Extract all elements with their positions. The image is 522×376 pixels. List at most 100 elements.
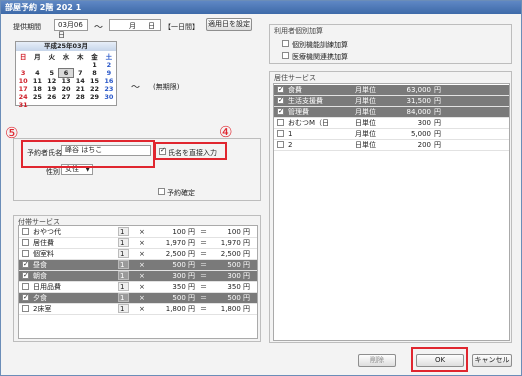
living-row[interactable]: 食費 月単位 63,000円 <box>274 84 509 96</box>
calendar-day[interactable]: 13 <box>59 77 73 85</box>
calendar-day[interactable]: 30 <box>102 93 116 101</box>
calendar-day[interactable]: 4 <box>30 69 44 77</box>
addon-multiply: × <box>139 294 145 302</box>
addon-qty[interactable]: 1 <box>118 238 129 247</box>
calendar: 平成25年03月 日月火水木金土 1 2 3 4 5 6 7 8 9 10 11 12 13 14 15 16 1… <box>15 41 117 109</box>
addon-row[interactable]: 日用品費 1 × 350 円 ＝ 350 円 <box>19 282 257 293</box>
addon-row[interactable]: 夕食 1 × 500 円 ＝ 500 円 <box>19 292 257 304</box>
start-date-field[interactable]: 03月06日 <box>54 19 88 39</box>
calendar-day[interactable]: 11 <box>30 77 44 85</box>
addon-qty[interactable]: 1 <box>118 271 129 280</box>
addon-price: 100 円 <box>172 228 195 236</box>
delete-button[interactable]: 削除 <box>358 354 396 367</box>
addon-row[interactable]: おやつ代 1 × 100 円 ＝ 100 円 <box>19 227 257 238</box>
calendar-day[interactable]: 17 <box>16 85 30 93</box>
weekday-header: 金 <box>91 53 98 61</box>
confirm-checkbox[interactable] <box>158 188 165 195</box>
addon-checkbox[interactable] <box>22 228 29 235</box>
living-name: 管理費 <box>288 108 309 116</box>
calendar-day[interactable]: 23 <box>102 85 116 93</box>
addon-equals: ＝ <box>200 305 207 313</box>
living-row[interactable]: おむつM（日 日単位 300 円 <box>274 118 509 129</box>
calendar-day[interactable]: 20 <box>59 85 73 93</box>
calendar-day[interactable]: 29 <box>87 93 101 101</box>
calendar-day[interactable]: 8 <box>87 69 101 77</box>
calendar-day[interactable]: 27 <box>59 93 73 101</box>
calendar-tilde: ～ <box>131 83 141 93</box>
addon-price: 500 円 <box>172 261 195 269</box>
calendar-day[interactable]: 31 <box>16 101 30 109</box>
living-checkbox[interactable] <box>277 84 284 94</box>
calendar-day <box>30 101 44 109</box>
calendar-day[interactable]: 12 <box>45 77 59 85</box>
addon-qty[interactable]: 1 <box>118 293 129 302</box>
calendar-day[interactable]: 26 <box>45 93 59 101</box>
calendar-day[interactable]: 2 <box>102 61 116 69</box>
calendar-day[interactable]: 21 <box>73 85 87 93</box>
annotation-box-4 <box>154 142 227 160</box>
addon-row[interactable]: 2床室 1 × 1,800 円 ＝ 1,800 円 <box>19 304 257 315</box>
addon-qty[interactable]: 1 <box>118 260 129 269</box>
calendar-day[interactable]: 3 <box>16 69 30 77</box>
addon-equals: ＝ <box>200 239 207 247</box>
addon-row[interactable]: 朝食 1 × 300 円 ＝ 300 円 <box>19 270 257 282</box>
weekday-header: 日 <box>19 53 27 61</box>
cancel-button[interactable]: キャンセル <box>472 354 512 367</box>
calendar-day[interactable]: 18 <box>30 85 44 93</box>
living-checkbox[interactable] <box>277 130 284 137</box>
weekday-header: 火 <box>48 53 55 61</box>
calendar-day[interactable]: 7 <box>73 69 87 77</box>
weekday-header: 木 <box>77 53 84 61</box>
living-checkbox[interactable] <box>277 95 284 105</box>
weekday-header: 水 <box>62 53 70 61</box>
addon-multiply: × <box>139 250 145 258</box>
calendar-day[interactable]: 6 <box>57 68 75 78</box>
living-row[interactable]: 管理費 月単位 84,000円 <box>274 106 509 118</box>
calendar-day[interactable]: 16 <box>102 77 116 85</box>
living-row[interactable]: 生活支援費 月単位 31,500円 <box>274 95 509 107</box>
calendar-day[interactable]: 1 <box>87 61 101 69</box>
apply-date-button[interactable]: 適用日を設定 <box>206 18 252 31</box>
calendar-day[interactable]: 15 <box>87 77 101 85</box>
addon-name: おやつ代 <box>33 228 61 236</box>
calendar-day[interactable]: 10 <box>16 77 30 85</box>
addon-checkbox[interactable] <box>22 283 29 290</box>
calendar-day[interactable]: 25 <box>30 93 44 101</box>
calendar-day[interactable]: 14 <box>73 77 87 85</box>
user-addon-checkbox-1[interactable] <box>282 52 289 59</box>
calendar-day <box>45 61 59 69</box>
living-unit: 月単位 <box>355 130 376 138</box>
living-checkbox[interactable] <box>277 119 284 126</box>
calendar-day[interactable]: 5 <box>45 69 59 77</box>
addon-qty[interactable]: 1 <box>118 282 129 291</box>
addon-qty[interactable]: 1 <box>118 227 129 236</box>
annotation-number-4: ④ <box>219 123 233 141</box>
living-row[interactable]: 2 日単位 200 円 <box>274 140 509 151</box>
addon-checkbox[interactable] <box>22 239 29 246</box>
living-checkbox[interactable] <box>277 141 284 148</box>
addon-row[interactable]: 個室料 1 × 2,500 円 ＝ 2,500 円 <box>19 249 257 260</box>
addon-checkbox[interactable] <box>22 250 29 257</box>
living-price: 5,000 <box>410 130 431 138</box>
addon-checkbox[interactable] <box>22 270 29 280</box>
living-name: おむつM（日 <box>288 119 330 127</box>
living-row[interactable]: 1 月単位 5,000 円 <box>274 129 509 140</box>
addon-row[interactable]: 昼食 1 × 500 円 ＝ 500 円 <box>19 259 257 271</box>
living-name: 2 <box>288 141 293 149</box>
addon-qty[interactable]: 1 <box>118 304 129 313</box>
calendar-day[interactable]: 22 <box>87 85 101 93</box>
end-date-field[interactable]: 月 日 <box>109 19 161 31</box>
calendar-day[interactable]: 19 <box>45 85 59 93</box>
calendar-day[interactable]: 24 <box>16 93 30 101</box>
calendar-day[interactable]: 9 <box>102 69 116 77</box>
addon-row[interactable]: 居住費 1 × 1,970 円 ＝ 1,970 円 <box>19 238 257 249</box>
addon-checkbox[interactable] <box>22 292 29 302</box>
user-addon-checkbox-0[interactable] <box>282 40 289 47</box>
gender-label: 性別 <box>46 168 60 176</box>
addon-qty[interactable]: 1 <box>118 249 129 258</box>
calendar-day[interactable]: 28 <box>73 93 87 101</box>
addon-checkbox[interactable] <box>22 305 29 312</box>
living-checkbox[interactable] <box>277 106 284 116</box>
addon-checkbox[interactable] <box>22 259 29 269</box>
confirm-label: 予約確定 <box>167 189 195 197</box>
